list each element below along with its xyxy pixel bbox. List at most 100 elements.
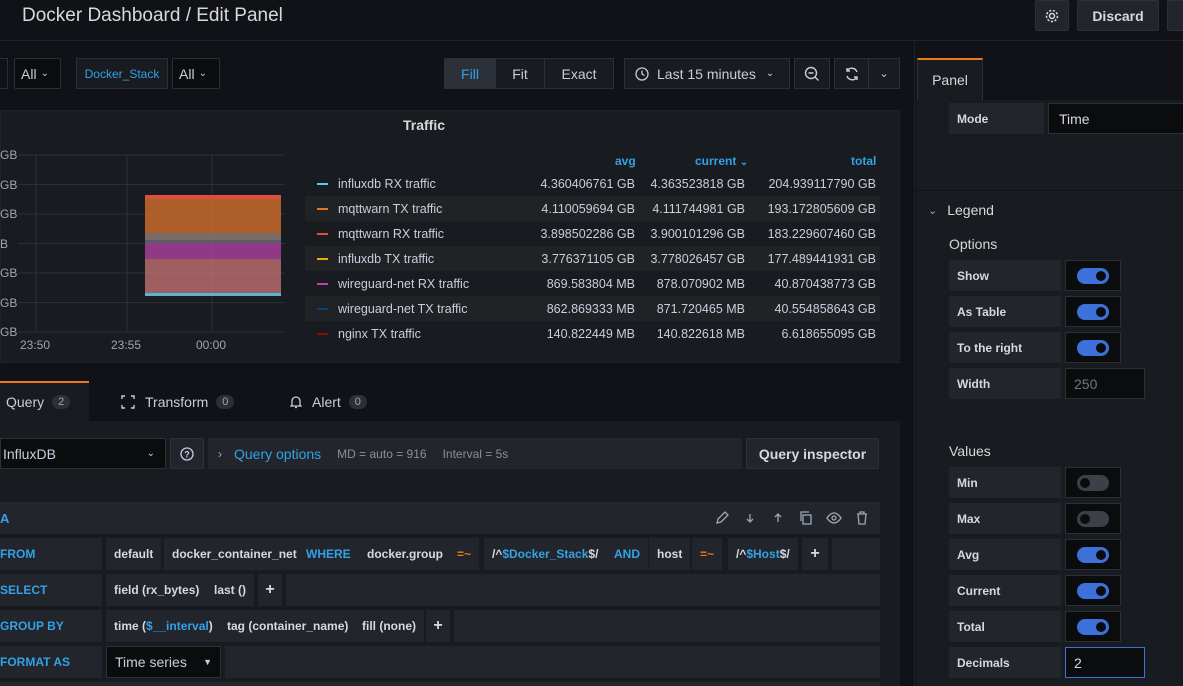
series-name[interactable]: influxdb RX traffic [338, 177, 538, 191]
series-color-swatch[interactable] [317, 257, 328, 260]
current-switch[interactable] [1065, 575, 1121, 606]
legend-header-avg[interactable]: avg [615, 154, 636, 168]
from-measurement[interactable]: docker_container_net [164, 538, 305, 570]
query-row-actions [714, 510, 870, 526]
and-keyword[interactable]: AND [606, 538, 648, 570]
select-field[interactable]: field (rx_bytes) [106, 574, 208, 606]
series-color-swatch[interactable] [317, 232, 328, 235]
group-by-fill[interactable]: fill (none) [354, 610, 424, 642]
series-name[interactable]: influxdb TX traffic [338, 252, 538, 266]
fit-button[interactable]: Fit [495, 58, 545, 89]
save-button-edge[interactable] [1167, 0, 1183, 31]
where-operator-2[interactable]: =~ [692, 538, 723, 570]
select-function[interactable]: last () [206, 574, 255, 606]
help-button[interactable]: ? [170, 438, 204, 469]
query-inspector-button[interactable]: Query inspector [746, 438, 879, 469]
series-total: 183.229607460 GB [767, 226, 876, 241]
trash-icon[interactable] [854, 510, 870, 526]
series-name[interactable]: wireguard-net RX traffic [338, 277, 538, 291]
series-color-swatch[interactable] [317, 307, 328, 310]
add-select-button[interactable]: + [258, 574, 282, 606]
exact-button[interactable]: Exact [544, 58, 614, 89]
copy-icon[interactable] [798, 510, 814, 526]
refresh-button[interactable] [834, 58, 870, 89]
legend-row[interactable]: wireguard-net RX traffic 869.583804 MB 878… [305, 271, 880, 296]
tab-panel[interactable]: Panel [917, 58, 983, 100]
tab-query[interactable]: Query 2 [6, 383, 71, 421]
current-toggle[interactable] [1077, 582, 1109, 599]
max-toggle[interactable] [1077, 510, 1109, 527]
legend-row[interactable]: influxdb RX traffic 4.360406761 GB 4.36352… [305, 171, 880, 196]
y-tick-label: GB [0, 266, 18, 280]
series-color-swatch[interactable] [317, 207, 328, 210]
avg-switch[interactable] [1065, 539, 1121, 570]
series-name[interactable]: mqttwarn TX traffic [338, 202, 538, 216]
zoom-out-button[interactable] [794, 58, 830, 89]
chevron-down-icon: ⌄ [879, 68, 889, 80]
query-options-bar[interactable]: › Query options MD = auto = 916 Interval… [208, 438, 742, 469]
from-policy[interactable]: default [106, 538, 162, 570]
series-name[interactable]: nginx TX traffic [338, 327, 538, 341]
series-name[interactable]: mqttwarn RX traffic [338, 227, 538, 241]
as-table-toggle[interactable] [1077, 303, 1109, 320]
where-value-1[interactable]: /^ $Docker_Stack $/ [484, 538, 607, 570]
variable-select-1[interactable]: All ⌄ [14, 58, 61, 89]
legend-row[interactable]: mqttwarn RX traffic 3.898502286 GB 3.90010… [305, 221, 880, 246]
group-by-time[interactable]: time ($__interval) [106, 610, 221, 642]
series-avg: 3.776371105 GB [541, 251, 635, 266]
legend-row[interactable]: wireguard-net TX traffic 862.869333 MB 871… [305, 296, 880, 321]
to-the-right-toggle[interactable] [1077, 339, 1109, 356]
as-table-switch[interactable] [1065, 296, 1121, 327]
legend-row[interactable]: influxdb TX traffic 3.776371105 GB 3.77802… [305, 246, 880, 271]
discard-button[interactable]: Discard [1077, 0, 1159, 31]
legend-header-total[interactable]: total [851, 154, 876, 168]
series-color-swatch[interactable] [317, 182, 328, 185]
where-operator-1[interactable]: =~ [449, 538, 480, 570]
refresh-interval-dropdown[interactable]: ⌄ [868, 58, 900, 89]
legend-row[interactable]: nginx TX traffic 140.822449 MB 140.822618 … [305, 321, 880, 346]
series-avg: 869.583804 MB [546, 276, 635, 291]
show-switch[interactable] [1065, 260, 1121, 291]
tab-alert[interactable]: Alert 0 [290, 383, 367, 421]
tab-transform[interactable]: Transform 0 [121, 383, 235, 421]
mode-select[interactable]: Time [1048, 103, 1183, 134]
decimals-input[interactable] [1065, 647, 1145, 678]
group-by-tag[interactable]: tag (container_name) [219, 610, 357, 642]
chevron-down-icon: ⌄ [198, 68, 207, 79]
variable-select-1-value: All [21, 65, 37, 82]
show-toggle[interactable] [1077, 267, 1109, 284]
where-value-2[interactable]: /^ $Host $/ [728, 538, 798, 570]
time-range-picker[interactable]: Last 15 minutes ⌄ [624, 58, 790, 89]
where-key-host[interactable]: host [649, 538, 691, 570]
min-switch[interactable] [1065, 467, 1121, 498]
settings-button[interactable] [1035, 0, 1069, 31]
legend-section-toggle[interactable]: ⌄ Legend [928, 202, 994, 218]
arrow-up-icon[interactable] [770, 510, 786, 526]
eye-icon[interactable] [826, 510, 842, 526]
legend-header-current[interactable]: current ⌄ [695, 154, 748, 168]
datasource-picker[interactable]: InfluxDB ⌄ [0, 438, 166, 469]
min-toggle[interactable] [1077, 474, 1109, 491]
where-value-2-pre: /^ [736, 547, 747, 561]
where-key-docker-group[interactable]: docker.group [359, 538, 452, 570]
show-label: Show [949, 260, 1061, 291]
width-input[interactable] [1065, 368, 1145, 399]
add-where-button[interactable]: + [802, 538, 828, 570]
max-switch[interactable] [1065, 503, 1121, 534]
series-color-swatch[interactable] [317, 332, 328, 335]
series-name[interactable]: wireguard-net TX traffic [338, 302, 538, 316]
to-the-right-switch[interactable] [1065, 332, 1121, 363]
series-color-swatch[interactable] [317, 282, 328, 285]
fill-button[interactable]: Fill [444, 58, 496, 89]
group-by-time-var: $__interval [146, 619, 209, 633]
add-group-by-button[interactable]: + [426, 610, 450, 642]
avg-toggle[interactable] [1077, 546, 1109, 563]
arrow-down-icon[interactable] [742, 510, 758, 526]
total-toggle[interactable] [1077, 618, 1109, 635]
pencil-icon[interactable] [714, 510, 730, 526]
y-tick-label: GB [0, 325, 18, 339]
variable-select-docker-stack[interactable]: All ⌄ [172, 58, 220, 89]
legend-row[interactable]: mqttwarn TX traffic 4.110059694 GB 4.11174… [305, 196, 880, 221]
format-as-select[interactable]: Time series ▼ [106, 646, 221, 678]
total-switch[interactable] [1065, 611, 1121, 642]
